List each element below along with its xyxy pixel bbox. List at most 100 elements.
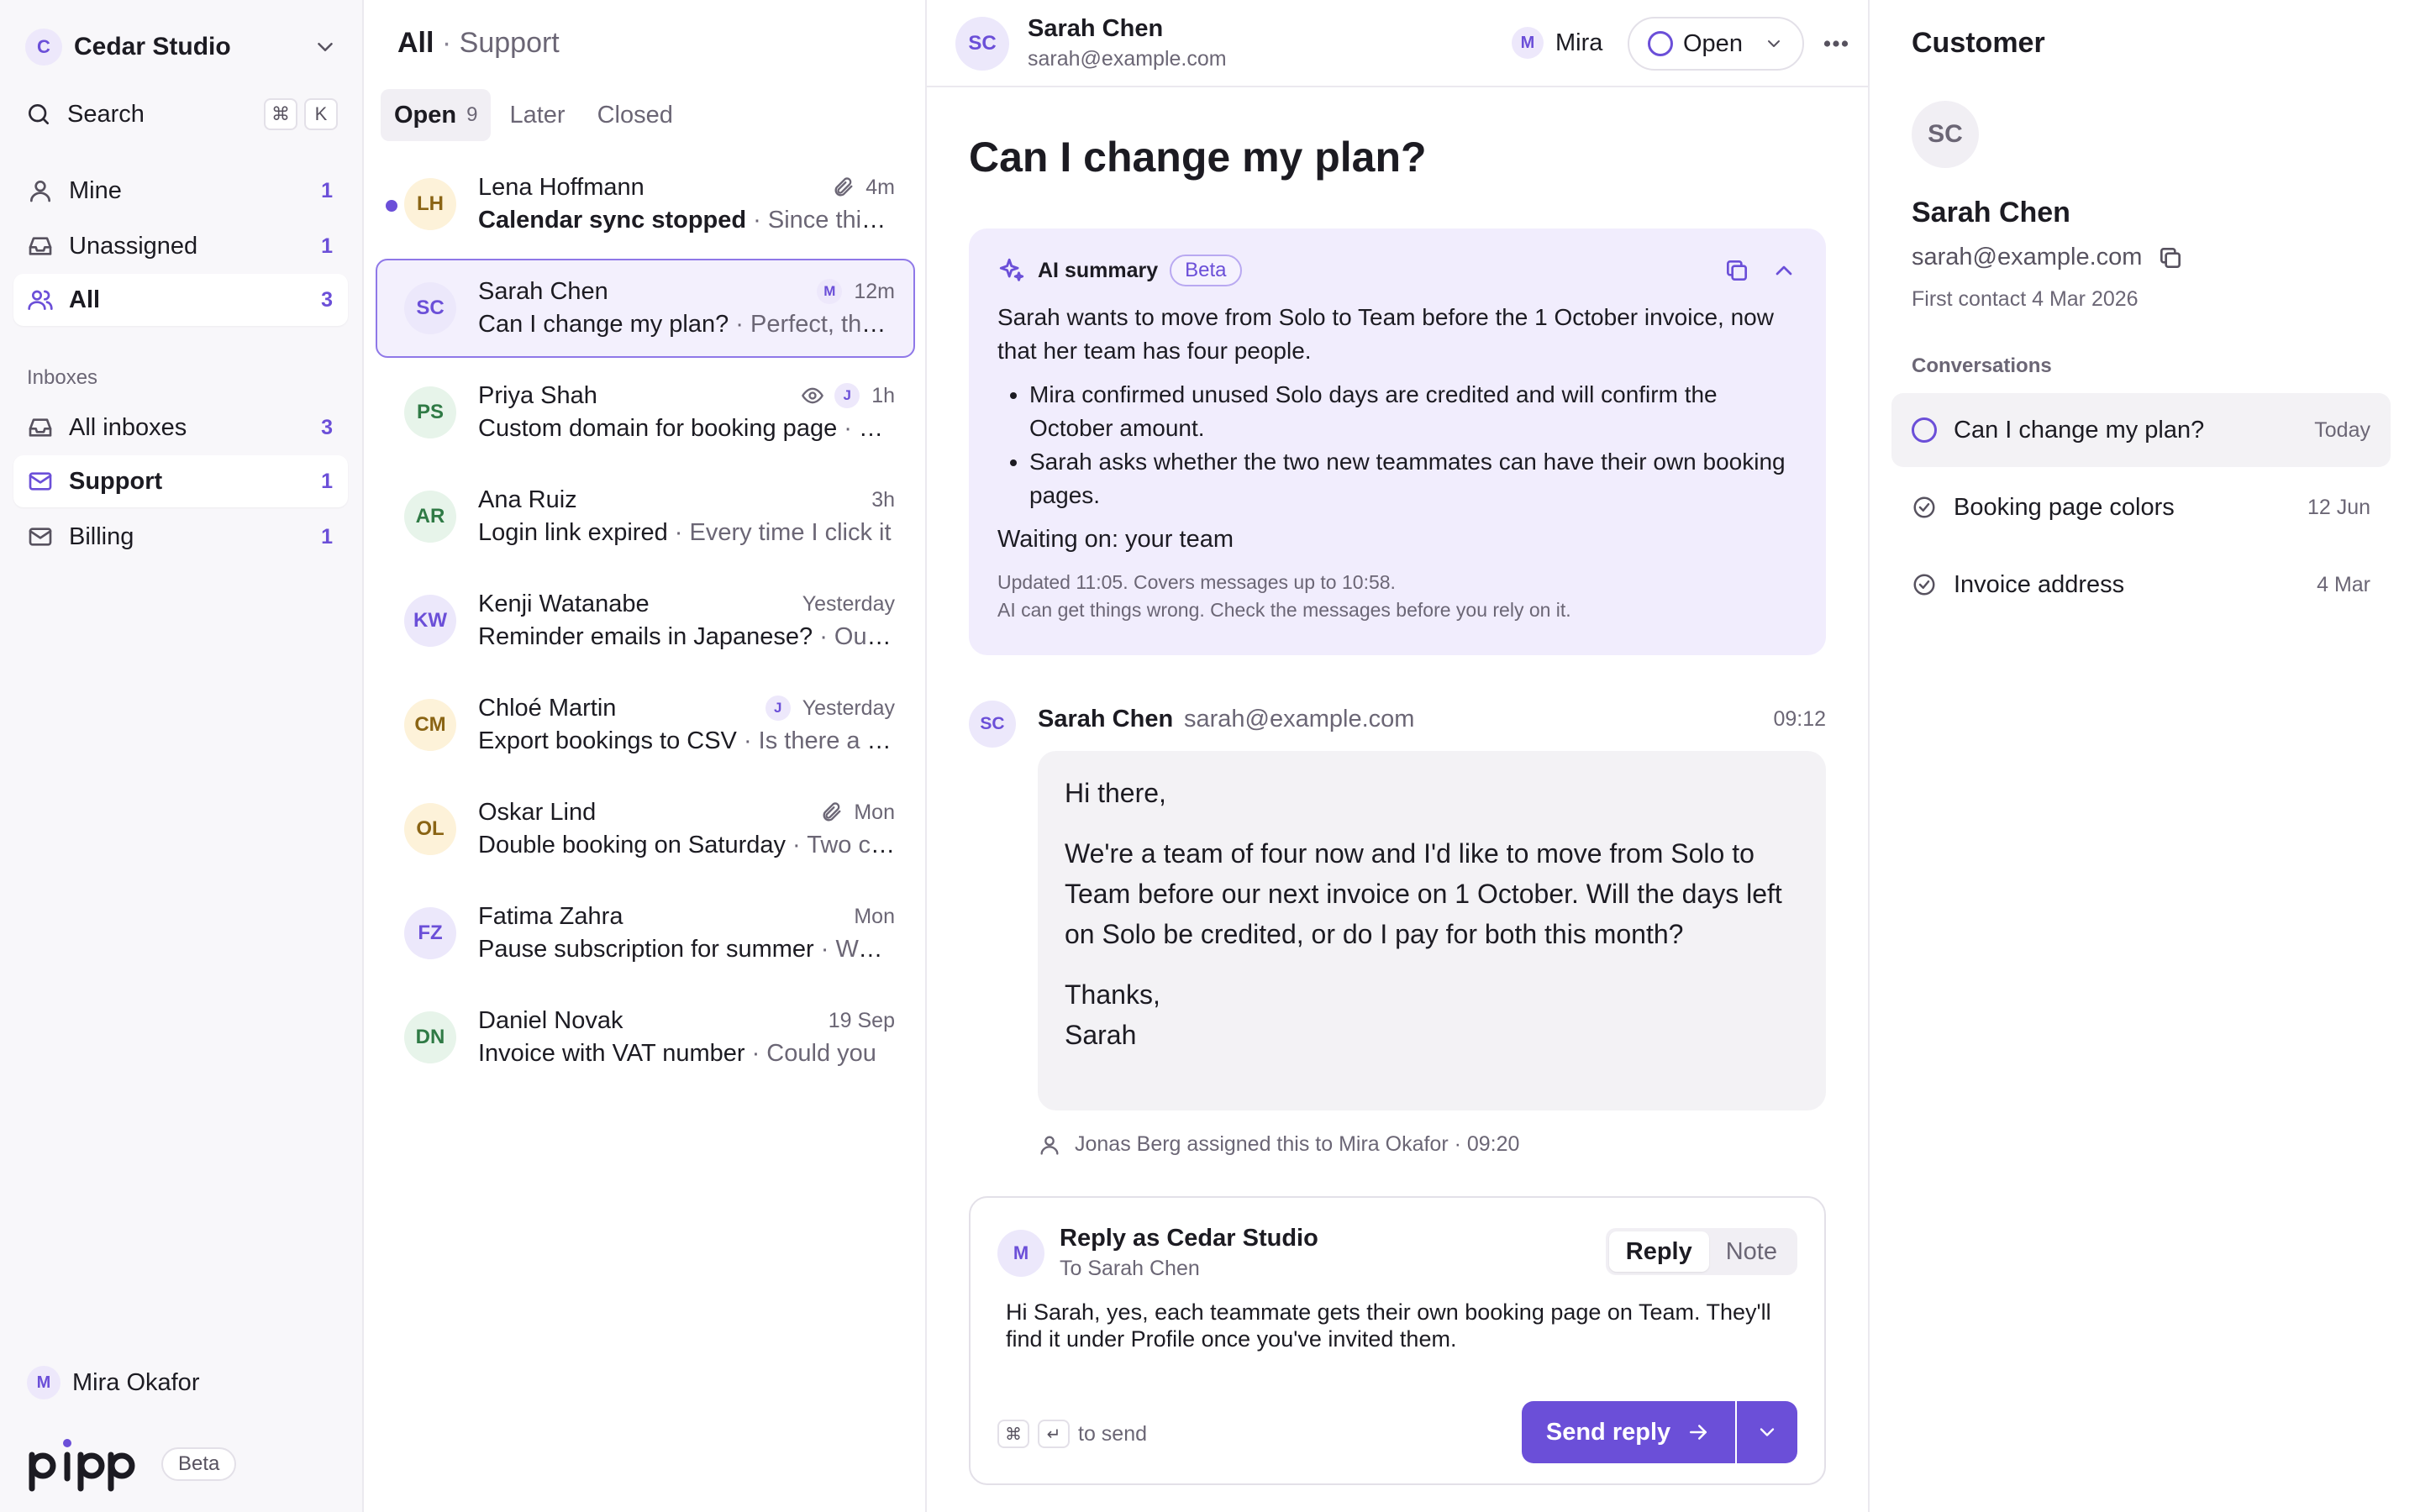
sidebar-item-label: Unassigned	[69, 232, 198, 260]
workspace-switcher[interactable]: C Cedar Studio	[25, 29, 338, 66]
list-item[interactable]: LH Lena Hoffmann 4m Calendar sync stoppe…	[376, 155, 915, 254]
contact-name: Priya Shah	[478, 381, 597, 409]
message-time: 09:12	[1773, 707, 1826, 731]
message-paragraph: We're a team of four now and I'd like to…	[1065, 838, 1782, 949]
send-reply-button[interactable]: Send reply	[1522, 1401, 1735, 1463]
list-item[interactable]: FZ Fatima Zahra Mon Pause subscription f…	[376, 884, 915, 983]
reply-mode-button[interactable]: Reply	[1608, 1231, 1709, 1272]
message-greeting: Hi there,	[1065, 778, 1166, 808]
conversation-subject: Export bookings to CSV	[478, 727, 737, 754]
conversation-time: Mon	[854, 800, 895, 824]
sidebar-item-mine[interactable]: Mine 1	[13, 165, 348, 217]
chevron-down-icon	[313, 34, 338, 60]
reply-recipient: To Sarah Chen	[1060, 1257, 1200, 1280]
sidebar-item-unassigned[interactable]: Unassigned 1	[13, 220, 348, 272]
paperclip-icon	[832, 176, 855, 199]
inbox-icon	[27, 414, 54, 441]
brand: Beta	[27, 1436, 237, 1492]
contact-email: sarah@example.com	[1028, 47, 1227, 71]
send-hint-text: to send	[1078, 1421, 1148, 1446]
reply-textarea[interactable]: Hi Sarah, yes, each teammate gets their …	[1006, 1299, 1787, 1352]
list-item[interactable]: DN Daniel Novak 19 Sep Invoice with VAT …	[376, 988, 915, 1087]
copy-icon[interactable]	[2157, 244, 2184, 271]
mail-icon	[27, 523, 54, 550]
list-title: All · Support	[397, 27, 560, 60]
shortcut-enter-key: ↵	[1038, 1420, 1070, 1448]
customer-conversation-date: 4 Mar	[2317, 572, 2370, 596]
tab-open[interactable]: Open 9	[381, 89, 492, 141]
eye-icon	[801, 384, 824, 407]
sidebar-item-label: Mine	[69, 176, 122, 204]
conversation-preview: · Perfect, thanks	[729, 311, 895, 338]
conversation-subject: Custom domain for booking page	[478, 415, 838, 442]
tab-label: Closed	[597, 101, 673, 129]
conversation-time: 3h	[871, 487, 895, 512]
search-label: Search	[67, 100, 145, 128]
tab-later[interactable]: Later	[496, 89, 578, 141]
paperclip-icon	[820, 801, 844, 824]
contact-name: Ana Ruiz	[478, 486, 577, 513]
sidebar-item-count: 3	[321, 415, 333, 439]
contact-name: Chloé Martin	[478, 694, 617, 722]
sidebar-item-label: Support	[69, 467, 163, 495]
sidebar-item-count: 1	[321, 234, 333, 258]
contact-name: Lena Hoffmann	[478, 173, 644, 201]
sidebar-item-billing[interactable]: Billing 1	[13, 511, 348, 563]
list-item[interactable]: OL Oskar Lind Mon Double booking on Satu…	[376, 780, 915, 879]
list-item[interactable]: AR Ana Ruiz 3h Login link expired · Ever…	[376, 467, 915, 566]
list-item[interactable]: PS Priya Shah J 1h Custom domain for boo…	[376, 363, 915, 462]
list-item[interactable]: KW Kenji Watanabe Yesterday Reminder ema…	[376, 571, 915, 670]
user-name: Mira Okafor	[72, 1368, 200, 1396]
conversation-subject: Can I change my plan?	[478, 311, 729, 338]
open-status-icon	[1912, 417, 1937, 443]
customer-conversation-item[interactable]: Can I change my plan? Today	[1891, 393, 2391, 467]
message-signoff: Thanks,	[1065, 979, 1160, 1010]
send-options-button[interactable]	[1737, 1401, 1797, 1463]
assignee-name: Mira	[1555, 29, 1603, 56]
tab-closed[interactable]: Closed	[584, 89, 687, 141]
list-title-separator: ·	[434, 27, 460, 59]
conversation-subject: Invoice with VAT number	[478, 1040, 745, 1067]
note-mode-button[interactable]: Note	[1709, 1231, 1794, 1272]
conversation-time: Yesterday	[802, 696, 895, 720]
user-icon	[1038, 1133, 1061, 1157]
message-sender: Sarah Chen	[1038, 706, 1174, 732]
check-circle-icon	[1912, 495, 1937, 520]
ai-summary-text: Sarah wants to move from Solo to Team be…	[997, 304, 1774, 364]
workspace-avatar: C	[25, 29, 62, 66]
copy-icon[interactable]	[1723, 257, 1750, 284]
conversation-list: All · Support Open 9 Later Closed LH Len…	[364, 0, 927, 1512]
chevron-up-icon[interactable]	[1770, 257, 1797, 284]
more-options-icon[interactable]	[1821, 29, 1851, 59]
first-contact: First contact 4 Mar 2026	[1912, 287, 2139, 311]
contact-name[interactable]: Sarah Chen	[1028, 15, 1163, 43]
sidebar-item-support[interactable]: Support 1	[13, 455, 348, 507]
search-button[interactable]: Search ⌘ K	[25, 97, 338, 131]
status-dropdown[interactable]: Open	[1628, 17, 1804, 71]
customer-conversation-item[interactable]: Invoice address 4 Mar	[1891, 548, 2391, 622]
ai-summary-point: Sarah asks whether the two new teammates…	[1029, 445, 1797, 512]
sidebar-item-label: Billing	[69, 522, 134, 550]
customer-conversation-item[interactable]: Booking page colors 12 Jun	[1891, 470, 2391, 544]
customer-panel: Customer SC Sarah Chen sarah@example.com…	[1870, 0, 2420, 1512]
shortcut-mod-key: ⌘	[264, 98, 297, 130]
conversation-time: 4m	[865, 175, 895, 199]
sidebar-item-all[interactable]: All 3	[13, 274, 348, 326]
customer-name: Sarah Chen	[1912, 197, 2070, 228]
ai-summary-disclaimer: AI can get things wrong. Check the messa…	[997, 599, 1571, 621]
mail-icon	[27, 468, 54, 495]
avatar: SC	[969, 701, 1016, 748]
avatar: SC	[404, 282, 456, 334]
assignee-button[interactable]: M Mira	[1512, 27, 1602, 59]
list-item[interactable]: CM Chloé Martin J Yesterday Export booki…	[376, 675, 915, 774]
assignment-event-text: Jonas Berg assigned this to Mira Okafor …	[1075, 1132, 1520, 1156]
assignee-badge: J	[834, 383, 860, 408]
inboxes-section-label: Inboxes	[27, 366, 98, 389]
list-item[interactable]: SC Sarah Chen M 12m Can I change my plan…	[376, 259, 915, 358]
current-user[interactable]: M Mira Okafor	[27, 1366, 199, 1399]
sidebar-item-count: 1	[321, 469, 333, 493]
sidebar-item-all-inboxes[interactable]: All inboxes 3	[13, 402, 348, 454]
assignee-badge: M	[817, 279, 843, 304]
conversation-subject: Double booking on Saturday	[478, 832, 786, 858]
contact-name: Sarah Chen	[478, 277, 608, 305]
